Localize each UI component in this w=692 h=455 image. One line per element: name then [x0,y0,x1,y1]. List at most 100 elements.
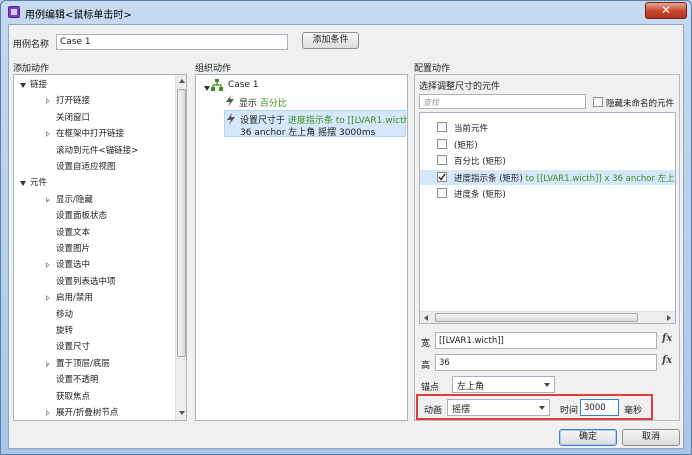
tree-item-label: 打开链接 [56,96,91,107]
widget-list-item[interactable]: 百分比 (矩形) [420,153,675,168]
hide-unnamed-checkbox[interactable] [593,97,603,107]
width-label: 宽 [421,339,431,349]
tree-item[interactable]: 在框架中打开链接 [46,127,125,141]
widget-list: 当前元件 (矩形) 百分比 (矩形) 进度指示条 (矩形) to [[LVAR1.wi… [419,112,676,324]
tree-item[interactable]: 设置不透明 [56,373,99,387]
tree-item-label: 设置尺寸 [56,342,91,353]
tree-item[interactable]: 启用/禁用 [46,291,93,305]
widget-list-item[interactable]: (矩形) [420,137,675,152]
collapse-arrow-icon[interactable] [46,98,50,105]
tree-item[interactable]: 设置选中 [46,258,91,272]
tree-item[interactable]: 元件 [20,176,48,190]
expand-arrow-icon[interactable] [20,181,26,187]
widget-list-item[interactable]: 进度条 (矩形) [420,186,675,201]
anchor-select[interactable]: 左上角 [452,376,555,393]
height-label: 高 [421,361,431,371]
tree-item[interactable]: 设置图片 [56,242,90,256]
window-title: 用例编辑<鼠标单击时> [25,10,132,21]
tree-item-label: 设置面板状态 [56,211,108,222]
tree-item[interactable]: 链接 [20,78,47,92]
tree-item[interactable]: 移动 [56,308,73,322]
height-input[interactable]: 36 [435,354,657,371]
tree-item[interactable]: 显示/隐藏 [46,193,93,207]
organize-action-header: 组织动作 [195,64,232,74]
scroll-up-arrow-icon[interactable] [179,79,185,83]
configure-action-panel: 选择调整尺寸的元件 查找 隐藏未命名的元件 当前元件 (矩形) 百分比 (矩形) 进度… [414,74,680,421]
widget-label: 当前元件 [454,124,489,134]
case-name-input[interactable]: Case 1 [56,34,288,50]
tree-item[interactable]: 设置自适应视图 [56,160,116,174]
tree-item-label: 启用/禁用 [56,293,93,304]
expand-arrow-icon[interactable] [20,83,26,88]
title-bar[interactable]: 用例编辑<鼠标单击时> ✕ [1,1,691,23]
widget-checkbox[interactable] [437,171,447,182]
scroll-left-arrow-icon[interactable] [424,315,428,321]
widget-hscroll-thumb[interactable] [435,313,638,322]
tree-item-label: 旋转 [56,326,74,336]
collapse-arrow-icon[interactable] [46,262,50,269]
close-button[interactable]: ✕ [645,2,687,19]
tree-item[interactable]: 旋转 [56,324,73,338]
tree-item[interactable]: 设置列表选中项 [56,275,116,289]
action-item-set-size[interactable]: 设置尺寸于 进度指示条 to [[LVAR1.wicth]] x 36 anch… [224,110,407,138]
case-label[interactable]: Case 1 [228,80,259,90]
widget-action-summary: to [[LVAR1.wicth]] x 36 anchor 左上角 摇摆 [525,173,675,184]
add-condition-button[interactable]: 添加条件 [302,32,359,49]
tree-item-label: 获取焦点 [56,391,91,402]
tree-item[interactable]: 设置尺寸 [56,340,90,354]
tree-item[interactable]: 关闭窗口 [56,111,90,125]
case-expand-arrow-icon[interactable] [204,86,210,91]
tree-item-label: 在框架中打开链接 [56,129,125,140]
scroll-right-arrow-icon[interactable] [667,315,671,321]
case-icon [211,79,223,91]
widget-label: 进度指示条 (矩形) [454,173,523,184]
widget-list-hscroll[interactable] [420,311,675,323]
animation-select[interactable]: 摇摆 [447,399,550,416]
tree-item-label: 设置选中 [56,260,91,271]
widget-list-item[interactable]: 进度指示条 (矩形) to [[LVAR1.wicth]] x 36 ancho… [420,169,675,185]
tree-item[interactable]: 获取焦点 [56,390,90,404]
tree-item[interactable]: 展开/折叠树节点 [46,406,119,420]
tree-item[interactable]: 置于顶层/底层 [46,357,110,371]
widget-search-input[interactable]: 查找 [419,94,586,109]
tree-item-label: 设置不透明 [56,375,99,386]
action-size-line2: 36 anchor 左上角 摇摆 3000ms [240,128,376,138]
width-input[interactable]: [[LVAR1.wicth]] [435,332,657,349]
tree-item-label: 设置列表选中项 [56,276,116,287]
widget-list-item[interactable]: 当前元件 [420,120,675,135]
width-fx-button[interactable]: fx [662,333,672,344]
tree-item[interactable]: 设置文本 [56,226,90,240]
tree-item-label: 元件 [30,178,48,189]
action-item-show[interactable]: 显示 百分比 [225,94,405,110]
scroll-down-arrow-icon[interactable] [179,411,185,415]
tree-item-label: 滚动到元件<锚链接> [56,145,139,156]
collapse-arrow-icon[interactable] [46,360,50,367]
configure-action-header: 配置动作 [414,64,451,74]
collapse-arrow-icon[interactable] [46,295,50,302]
tree-item-label: 设置文本 [56,227,91,238]
cancel-button[interactable]: 取消 [622,429,680,446]
collapse-arrow-icon[interactable] [46,196,50,203]
ok-button[interactable]: 确定 [559,429,617,446]
add-action-panel: 链接 打开链接关闭窗口在框架中打开链接滚动到元件<锚链接> 设置自适应视图 元件显示/… [13,74,187,421]
tree-scrollbar[interactable] [175,75,186,420]
animation-highlight-box: 动画 摇摆 时间 3000 毫秒 [416,394,653,420]
tree-item[interactable]: 打开链接 [46,94,91,108]
tree-item[interactable]: 设置面板状态 [56,209,107,223]
collapse-arrow-icon[interactable] [46,131,50,138]
tree-scroll-thumb[interactable] [177,89,186,357]
widget-checkbox[interactable] [437,188,447,198]
tree-item[interactable]: 滚动到元件<锚链接> [56,144,138,158]
tree-item-label: 展开/折叠树节点 [56,408,119,418]
dialog-body: 用例名称 Case 1 添加条件 添加动作 组织动作 配置动作 链接 打开链接 关闭… [8,24,684,449]
add-action-header: 添加动作 [13,64,50,74]
time-input[interactable]: 3000 [580,399,619,416]
collapse-arrow-icon[interactable] [46,410,50,416]
animation-label: 动画 [424,406,443,416]
widget-checkbox[interactable] [437,122,447,132]
chevron-down-icon [544,383,550,387]
height-fx-button[interactable]: fx [662,355,672,366]
widget-label: (矩形) [454,140,478,151]
widget-checkbox[interactable] [437,138,447,149]
widget-checkbox[interactable] [437,155,447,165]
